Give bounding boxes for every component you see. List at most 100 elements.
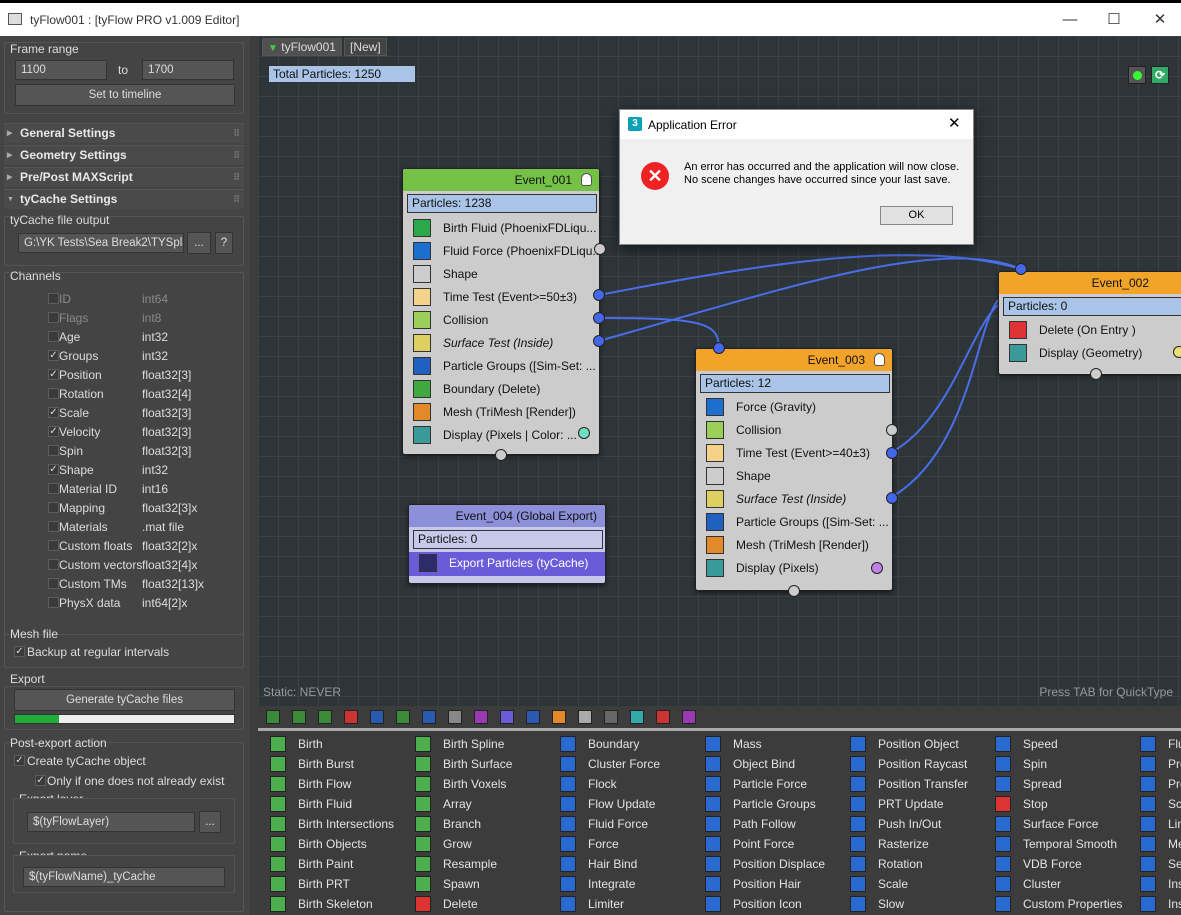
status-button[interactable] — [1128, 66, 1146, 84]
category-filter-icon[interactable] — [656, 710, 670, 724]
category-filter-icon[interactable] — [344, 710, 358, 724]
channel-checkbox[interactable]: ✓ — [48, 407, 59, 418]
surface-test-output-port[interactable] — [593, 335, 605, 347]
export-layer-browse-button[interactable]: ... — [199, 811, 221, 833]
channel-row[interactable]: Custom TMs float32[13]x — [48, 575, 238, 594]
event-001-header[interactable]: Event_001 — [403, 169, 599, 191]
event-001-node[interactable]: Event_001 Particles: 1238 Birth Fluid (P… — [402, 168, 602, 455]
event-003-header[interactable]: Event_003 — [696, 349, 892, 371]
export-layer-field[interactable]: $(tyFlowLayer) — [27, 812, 195, 832]
category-filter-icon[interactable] — [578, 710, 592, 724]
lightbulb-icon[interactable] — [874, 353, 885, 366]
channel-checkbox[interactable] — [48, 540, 59, 551]
display-color-port[interactable] — [578, 427, 590, 439]
event-002-bottom-port[interactable] — [1090, 368, 1102, 380]
only-if-checkbox[interactable]: ✓ — [35, 775, 46, 786]
dialog-ok-button[interactable]: OK — [880, 206, 953, 225]
collision-output-port[interactable] — [593, 312, 605, 324]
export-name-field[interactable]: $(tyFlowName)_tyCache — [23, 867, 225, 887]
create-tycache-checkbox[interactable]: ✓ — [14, 755, 25, 766]
tab-tyflow001[interactable]: ▼ tyFlow001 — [262, 38, 342, 56]
time-test-003-output-port[interactable] — [886, 447, 898, 459]
channel-row[interactable]: ✓ Position float32[3] — [48, 366, 238, 385]
backup-checkbox[interactable]: ✓ — [14, 646, 25, 657]
channel-checkbox[interactable] — [48, 559, 59, 570]
channel-row[interactable]: PhysX data int64[2]x — [48, 594, 238, 613]
channel-checkbox[interactable] — [48, 483, 59, 494]
channel-checkbox[interactable] — [48, 502, 59, 513]
category-filter-icon[interactable] — [448, 710, 462, 724]
panel-scrollbar[interactable] — [250, 36, 258, 915]
channel-checkbox[interactable] — [48, 312, 59, 323]
lightbulb-icon[interactable] — [581, 173, 592, 186]
display-pixels-port[interactable] — [871, 562, 883, 574]
set-to-timeline-button[interactable]: Set to timeline — [15, 84, 235, 106]
channel-row[interactable]: Mapping float32[3]x — [48, 499, 238, 518]
category-filter-icon[interactable] — [500, 710, 514, 724]
category-filter-icon[interactable] — [604, 710, 618, 724]
frame-end-spinner[interactable]: 1700 — [142, 60, 234, 80]
channel-checkbox[interactable] — [48, 578, 59, 589]
maximize-button[interactable]: ☐ — [1100, 9, 1128, 31]
category-filter-icon[interactable] — [396, 710, 410, 724]
channel-row[interactable]: ✓ Shape int32 — [48, 461, 238, 480]
event-001-output-port[interactable] — [594, 243, 606, 255]
category-filter-icon[interactable] — [370, 710, 384, 724]
channel-checkbox[interactable] — [48, 597, 59, 608]
close-button[interactable]: ✕ — [1146, 9, 1174, 31]
channel-checkbox[interactable]: ✓ — [48, 426, 59, 437]
event-001-input-port[interactable] — [495, 449, 507, 461]
channel-row[interactable]: Custom vectors float32[4]x — [48, 556, 238, 575]
generate-tycache-button[interactable]: Generate tyCache files — [14, 689, 235, 711]
channel-checkbox[interactable]: ✓ — [48, 369, 59, 380]
event-003-bottom-port[interactable] — [788, 585, 800, 597]
channel-checkbox[interactable] — [48, 445, 59, 456]
time-test-output-port[interactable] — [593, 289, 605, 301]
category-filter-icon[interactable] — [682, 710, 696, 724]
channel-row[interactable]: ✓ Scale float32[3] — [48, 404, 238, 423]
event-004-header[interactable]: Event_004 (Global Export) — [409, 505, 605, 527]
frame-start-spinner[interactable]: 1100 — [15, 60, 107, 80]
channel-row[interactable]: Custom floats float32[2]x — [48, 537, 238, 556]
category-filter-icon[interactable] — [630, 710, 644, 724]
category-filter-icon[interactable] — [526, 710, 540, 724]
minimize-button[interactable]: — — [1056, 9, 1084, 31]
tycache-settings-rollout[interactable]: tyCache Settings ⠿ — [4, 189, 244, 209]
channel-row[interactable]: ✓ Velocity float32[3] — [48, 423, 238, 442]
category-filter-icon[interactable] — [318, 710, 332, 724]
channel-checkbox[interactable]: ✓ — [48, 350, 59, 361]
event-003-node[interactable]: Event_003 Particles: 12 Force (Gravity) C… — [695, 348, 893, 591]
export-particles-operator[interactable]: Export Particles (tyCache) — [409, 552, 605, 576]
channel-row[interactable]: Spin float32[3] — [48, 442, 238, 461]
category-filter-icon[interactable] — [474, 710, 488, 724]
category-filter-icon[interactable] — [552, 710, 566, 724]
refresh-icon[interactable]: ⟳ — [1151, 66, 1169, 84]
display-geometry-port[interactable] — [1173, 346, 1181, 358]
event-004-node[interactable]: Event_004 (Global Export) Particles: 0 E… — [408, 504, 606, 584]
channel-row[interactable]: Materials .mat file — [48, 518, 238, 537]
tycache-path-field[interactable]: G:\YK Tests\Sea Break2\TYSplash — [18, 233, 184, 253]
surface-test-003-output-port[interactable] — [886, 492, 898, 504]
event-002-node[interactable]: Event_002 Particles: 0 Delete (On Entry … — [998, 271, 1181, 375]
channel-checkbox[interactable] — [48, 521, 59, 532]
event-003-input-port[interactable] — [713, 342, 725, 354]
browse-path-button[interactable]: ... — [187, 232, 211, 254]
event-002-header[interactable]: Event_002 — [999, 272, 1181, 294]
channel-row[interactable]: ID int64 — [48, 290, 238, 309]
geometry-settings-rollout[interactable]: Geometry Settings ⠿ — [4, 145, 244, 165]
channel-row[interactable]: Age int32 — [48, 328, 238, 347]
maxscript-rollout[interactable]: Pre/Post MAXScript ⠿ — [4, 167, 244, 187]
category-filter-icon[interactable] — [266, 710, 280, 724]
channel-checkbox[interactable] — [48, 388, 59, 399]
channel-checkbox[interactable] — [48, 331, 59, 342]
dialog-close-icon[interactable]: ✕ — [948, 114, 961, 132]
category-filter-icon[interactable] — [292, 710, 306, 724]
channel-checkbox[interactable]: ✓ — [48, 464, 59, 475]
channel-row[interactable]: Rotation float32[4] — [48, 385, 238, 404]
collision-003-output-port[interactable] — [886, 424, 898, 436]
category-filter-icon[interactable] — [422, 710, 436, 724]
channel-row[interactable]: ✓ Groups int32 — [48, 347, 238, 366]
channel-row[interactable]: Material ID int16 — [48, 480, 238, 499]
channel-row[interactable]: Flags int8 — [48, 309, 238, 328]
general-settings-rollout[interactable]: General Settings ⠿ — [4, 123, 244, 143]
